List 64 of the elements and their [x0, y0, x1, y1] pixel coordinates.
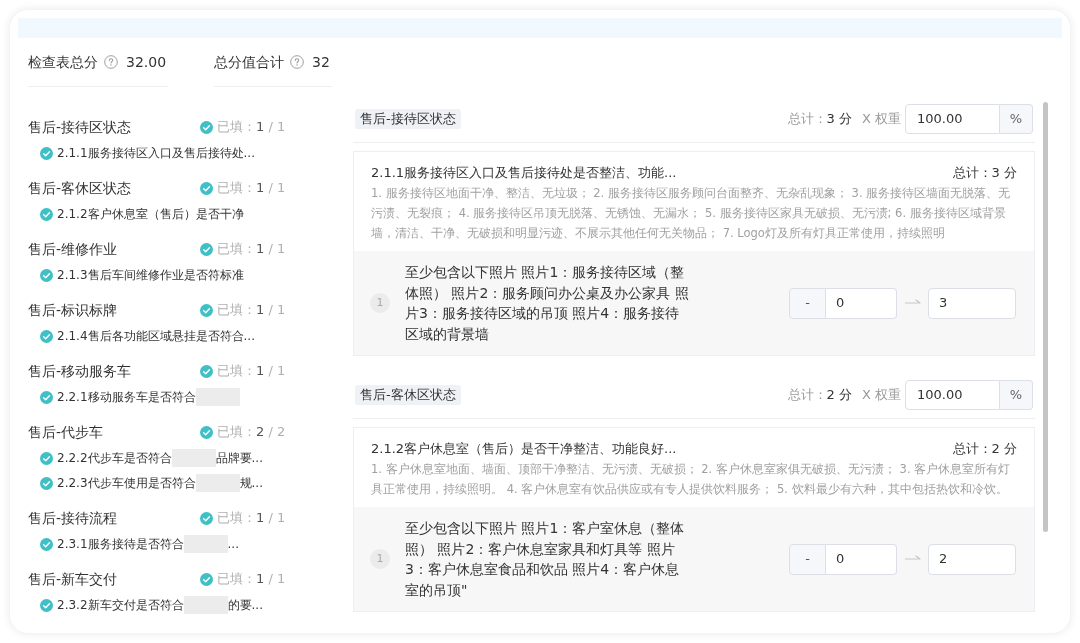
fill-status: 已填：1 / 1 — [217, 509, 286, 528]
section-total: 总计：3 分 — [787, 110, 852, 129]
weight-input[interactable]: 100.00 — [905, 380, 1000, 410]
arrow-right-icon — [904, 299, 921, 307]
group-title[interactable]: 售后-接待流程 — [28, 507, 200, 529]
fill-status: 已填：1 / 1 — [217, 118, 286, 137]
checklist-item-text[interactable]: 规... — [239, 474, 263, 492]
fill-status: 已填：1 / 1 — [217, 301, 286, 320]
checklist-item-text[interactable]: ... — [227, 535, 239, 553]
checklist-item-text[interactable]: 2.2.2代步车是否符合 — [57, 449, 172, 467]
checklist-item-text[interactable]: 品牌要... — [215, 449, 263, 467]
help-icon[interactable] — [290, 55, 305, 69]
fill-status: 已填：1 / 1 — [217, 179, 286, 198]
group-title[interactable]: 售后-新车交付 — [28, 568, 200, 590]
checklist-item-text[interactable]: 2.2.3代步车使用是否符合 — [57, 474, 196, 492]
fill-status: 已填：1 / 1 — [217, 240, 286, 259]
checklist-item-text[interactable]: 2.1.4售后各功能区域悬挂是否符合... — [57, 327, 255, 345]
max-score-input[interactable]: 2 — [928, 543, 1016, 575]
weight-input[interactable]: 100.00 — [905, 104, 1000, 134]
summary-label: 总分值合计 — [214, 52, 285, 72]
section-total: 总计：2 分 — [787, 386, 852, 405]
group-title[interactable]: 售后-代步车 — [28, 421, 200, 443]
item-total: 总计：2 分 — [952, 440, 1017, 459]
summary-value: 32 — [312, 52, 330, 72]
checklist-item-text[interactable]: 的要... — [227, 596, 263, 614]
photo-requirement: 至少包含以下照片 照片1：客户室休息（整体照） 照片2：客户休息室家具和灯具等 照片3：客户休息室食品和饮品 照片4：客户休息室的吊顶" — [405, 519, 686, 600]
prefix-addon: - — [789, 543, 826, 575]
group-title[interactable]: 售后-移动服务车 — [28, 360, 200, 382]
item-description: 1. 客户休息室地面、墙面、顶部干净整洁、无污渍、无破损； 2. 客户休息室家俱无破损、无污渍； 3. 客户休息室所有灯具正常使用，持续照明。 4. 客户休息室有饮品供应或有专人提供饮料服务； 5. 饮料最少有六种，其中包括热饮和冷饮。 — [371, 461, 1012, 498]
checklist-item-text[interactable]: 2.2.1移动服务车是否符合 — [57, 388, 196, 406]
summary-value: 32.00 — [126, 52, 167, 72]
percent-addon: % — [1000, 104, 1033, 134]
max-score-input[interactable]: 3 — [928, 287, 1016, 319]
item-description: 1. 服务接待区地面干净、整洁、无垃圾； 2. 服务接待区服务顾问台面整齐、无杂乱现象； 3. 服务接待区墙面无脱落、无污渍、无裂痕； 4. 服务接待区吊顶无脱落、无锈蚀、无漏水； 5. 服务接待区家具无破损、无污渍; 6. 服务接待区域背景墙，清洁、干净、无破损和明显污迹、不展示其他任何无关物品； 7. Logo灯及所有灯具正常使用，持续照明 — [371, 185, 1012, 242]
checklist-item-text[interactable]: 2.3.2新车交付是否符合 — [57, 596, 184, 614]
group-title[interactable]: 售后-标识标牌 — [28, 299, 200, 321]
checklist-item-text[interactable]: 2.1.3售后车间维修作业是否符标准 — [57, 266, 244, 284]
help-icon[interactable] — [104, 55, 118, 69]
checklist-item-text[interactable]: 2.1.2客户休息室（售后）是否干净 — [57, 205, 244, 223]
checklist-item-text[interactable]: 2.1.1服务接待区入口及售后接待处... — [57, 144, 255, 162]
percent-addon: % — [1000, 380, 1033, 410]
group-title[interactable]: 售后-客休区状态 — [28, 177, 200, 199]
fill-status: 已填：1 / 1 — [217, 362, 286, 381]
min-score-input[interactable]: 0 — [826, 287, 897, 319]
group-title[interactable]: 售后-维修作业 — [28, 238, 200, 260]
arrow-right-icon — [904, 555, 921, 563]
number-badge: 1 — [370, 549, 390, 569]
weight-label: X 权重 — [861, 110, 901, 129]
fill-status: 已填：1 / 1 — [217, 570, 286, 589]
number-badge: 1 — [370, 293, 390, 313]
group-title[interactable]: 售后-接待区状态 — [28, 116, 200, 138]
photo-requirement: 至少包含以下照片 照片1：服务接待区域（整体照） 照片2：服务顾问办公桌及办公家具 照片3：服务接待区域的吊顶 照片4：服务接待区域的背景墙 — [405, 263, 690, 344]
scrollbar[interactable] — [1043, 102, 1048, 532]
prefix-addon: - — [789, 287, 826, 319]
item-title: 2.1.1服务接待区入口及售后接待处是否整洁、功能... — [371, 164, 677, 183]
weight-label: X 权重 — [861, 386, 901, 405]
min-score-input[interactable]: 0 — [826, 543, 897, 575]
section-tag: 售后-客休区状态 — [355, 385, 461, 405]
section-tag: 售后-接待区状态 — [355, 109, 461, 129]
summary-label: 检查表总分 — [28, 52, 98, 72]
item-title: 2.1.2客户休息室（售后）是否干净整洁、功能良好... — [371, 440, 677, 459]
checklist-item-text[interactable]: 2.3.1服务接待是否符合 — [57, 535, 184, 553]
fill-status: 已填：2 / 2 — [217, 423, 286, 442]
item-total: 总计：3 分 — [952, 164, 1017, 183]
